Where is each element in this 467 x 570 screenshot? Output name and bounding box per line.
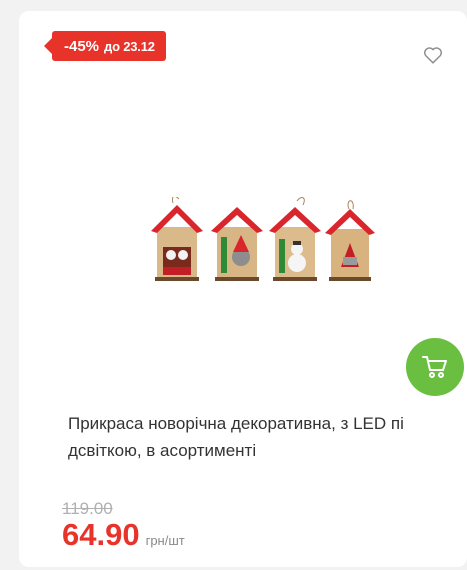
price-row: 64.90 грн/шт [62, 517, 185, 553]
house-ornament-4 [325, 200, 375, 281]
shopping-cart-icon [422, 356, 447, 378]
discount-badge: -45% до 23.12 [44, 31, 166, 61]
house-ornament-1 [151, 195, 203, 281]
product-image[interactable] [149, 195, 379, 287]
heart-outline-icon [424, 47, 442, 64]
favorite-button[interactable] [422, 44, 444, 66]
price-unit: грн/шт [145, 533, 185, 548]
house-ornament-2 [211, 207, 263, 281]
discount-until: до 23.12 [104, 38, 155, 54]
product-title[interactable]: Прикраса новорічна декоративна, з LED пі… [68, 410, 467, 464]
product-card[interactable]: -45% до 23.12 Прикраса новорічна декорат… [19, 11, 467, 567]
house-ornament-3 [269, 197, 321, 281]
add-to-cart-button[interactable] [406, 338, 464, 396]
discount-percent: -45% [64, 37, 100, 55]
current-price: 64.90 [62, 517, 140, 552]
old-price: 119.00 [62, 499, 113, 518]
